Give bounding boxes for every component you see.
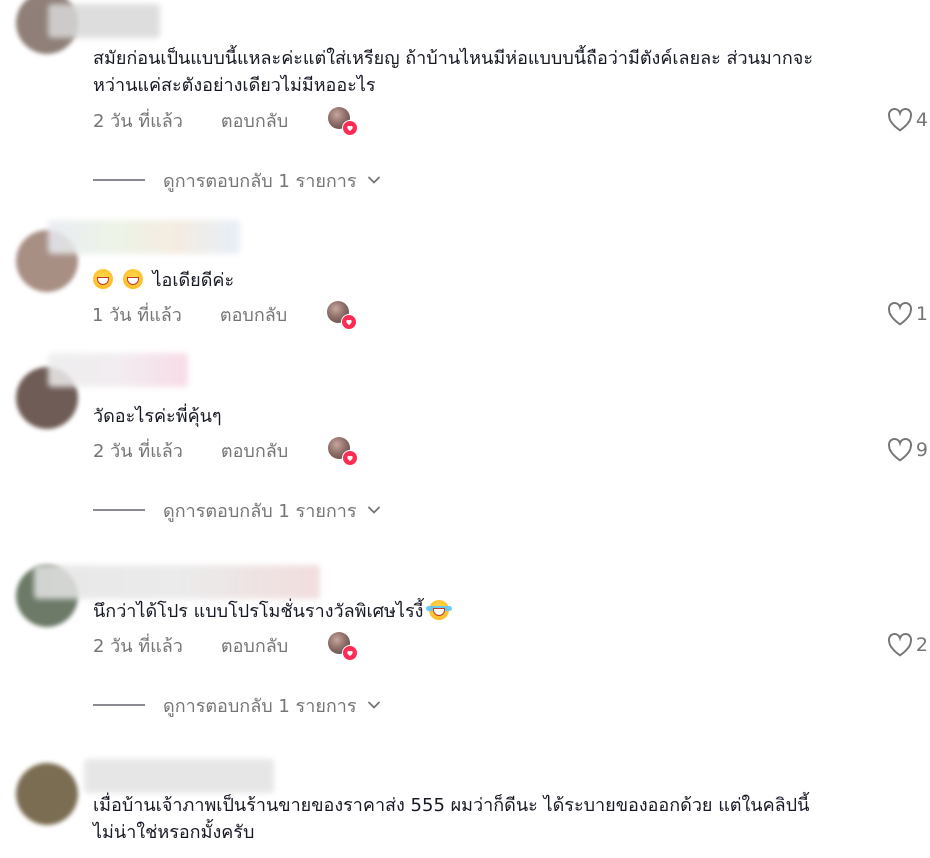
comment-text-line: ไม่น่าใช่หรอกมั้งครับ: [93, 822, 255, 843]
username-redacted: [84, 759, 274, 793]
grinning-emoji: [122, 269, 143, 289]
creator-liked-badge: [328, 437, 359, 466]
comment-meta: 2 วัน ที่แล้ว ตอบกลับ: [93, 631, 359, 661]
comment-text: เมื่อบ้านเจ้าภาพเป็นร้านขายของราคาส่ง 55…: [93, 792, 924, 846]
creator-liked-badge: [328, 107, 359, 136]
comment-timestamp: 2 วัน ที่แล้ว: [93, 635, 183, 657]
creator-liked-badge: [328, 632, 359, 661]
heart-icon: [342, 645, 359, 661]
divider: [93, 509, 145, 511]
chevron-down-icon: [367, 506, 380, 514]
comment-item: เมื่อบ้านเจ้าภาพเป็นร้านขายของราคาส่ง 55…: [0, 735, 930, 858]
view-replies-button[interactable]: ดูการตอบกลับ 1 รายการ: [93, 498, 381, 522]
chevron-down-icon: [367, 701, 380, 709]
comment-item: ไอเดียดีค่ะ 1 วัน ที่แล้ว ตอบกลับ 1: [0, 200, 930, 335]
heart-icon: [341, 314, 358, 330]
avatar[interactable]: [16, 763, 78, 825]
reply-button[interactable]: ตอบกลับ: [220, 300, 287, 329]
like-count: 9: [915, 439, 928, 461]
username-redacted: [48, 353, 188, 387]
like-button[interactable]: 2: [887, 632, 928, 658]
username-redacted: [34, 565, 320, 599]
heart-icon: [342, 450, 359, 466]
like-count: 1: [915, 303, 928, 325]
comment-text-line: หว่านแค่สะตังอย่างเดียวไม่มีหออะไร: [93, 75, 376, 96]
heart-icon: [342, 120, 359, 136]
comment-text: นึกว่าได้โปร แบบโปรโมชั่นรางวัลพิเศษไรงี…: [93, 598, 924, 625]
comment-timestamp: 2 วัน ที่แล้ว: [93, 440, 183, 462]
like-button[interactable]: 4: [887, 107, 928, 133]
reply-button[interactable]: ตอบกลับ: [221, 631, 288, 660]
comment-text-line: สมัยก่อนเป็นแบบนี้แหละค่ะแต่ใส่เหรียญ ถ้…: [93, 48, 814, 69]
comment-text-line: ไอเดียดีค่ะ: [152, 270, 235, 291]
heart-outline-icon: [887, 633, 912, 657]
comment-meta: 1 วัน ที่แล้ว ตอบกลับ: [92, 300, 358, 330]
view-replies-label: ดูการตอบกลับ 1 รายการ: [163, 500, 357, 522]
comment-timestamp: 1 วัน ที่แล้ว: [92, 304, 182, 326]
view-replies-button[interactable]: ดูการตอบกลับ 1 รายการ: [93, 693, 381, 717]
comment-item: สมัยก่อนเป็นแบบนี้แหละค่ะแต่ใส่เหรียญ ถ้…: [0, 0, 930, 200]
username-redacted: [48, 4, 160, 38]
comment-meta: 2 วัน ที่แล้ว ตอบกลับ: [93, 436, 359, 466]
like-button[interactable]: 9: [887, 437, 928, 463]
heart-outline-icon: [887, 438, 912, 462]
comment-text-line: นึกว่าได้โปร แบบโปรโมชั่นรางวัลพิเศษไรงี…: [93, 601, 424, 622]
comment-text: สมัยก่อนเป็นแบบนี้แหละค่ะแต่ใส่เหรียญ ถ้…: [93, 45, 924, 99]
like-count: 4: [915, 109, 928, 131]
comment-text-line: วัดอะไรค่ะพี่คุ้นๆ: [93, 406, 222, 427]
reply-button[interactable]: ตอบกลับ: [221, 436, 288, 465]
chevron-down-icon: [367, 176, 380, 184]
view-replies-button[interactable]: ดูการตอบกลับ 1 รายการ: [93, 168, 381, 192]
comment-text: ไอเดียดีค่ะ: [93, 267, 924, 294]
comment-item: วัดอะไรค่ะพี่คุ้นๆ 2 วัน ที่แล้ว ตอบกลับ…: [0, 335, 930, 535]
view-replies-label: ดูการตอบกลับ 1 รายการ: [163, 695, 357, 717]
comment-item: นึกว่าได้โปร แบบโปรโมชั่นรางวัลพิเศษไรงี…: [0, 535, 930, 735]
like-button[interactable]: 1: [887, 301, 928, 327]
view-replies-label: ดูการตอบกลับ 1 รายการ: [163, 170, 357, 192]
creator-liked-badge: [327, 301, 358, 330]
reply-button[interactable]: ตอบกลับ: [221, 106, 288, 135]
like-count: 2: [915, 634, 928, 656]
divider: [93, 179, 145, 181]
comment-text: วัดอะไรค่ะพี่คุ้นๆ: [93, 403, 924, 430]
comment-meta: 2 วัน ที่แล้ว ตอบกลับ: [93, 106, 359, 136]
comment-text-line: เมื่อบ้านเจ้าภาพเป็นร้านขายของราคาส่ง 55…: [93, 795, 810, 816]
laughing-tears-emoji: [426, 600, 453, 620]
username-redacted: [48, 220, 240, 254]
grinning-emoji: [93, 269, 113, 289]
heart-outline-icon: [887, 302, 912, 326]
divider: [93, 704, 145, 706]
heart-outline-icon: [887, 108, 912, 132]
comment-timestamp: 2 วัน ที่แล้ว: [93, 110, 183, 132]
